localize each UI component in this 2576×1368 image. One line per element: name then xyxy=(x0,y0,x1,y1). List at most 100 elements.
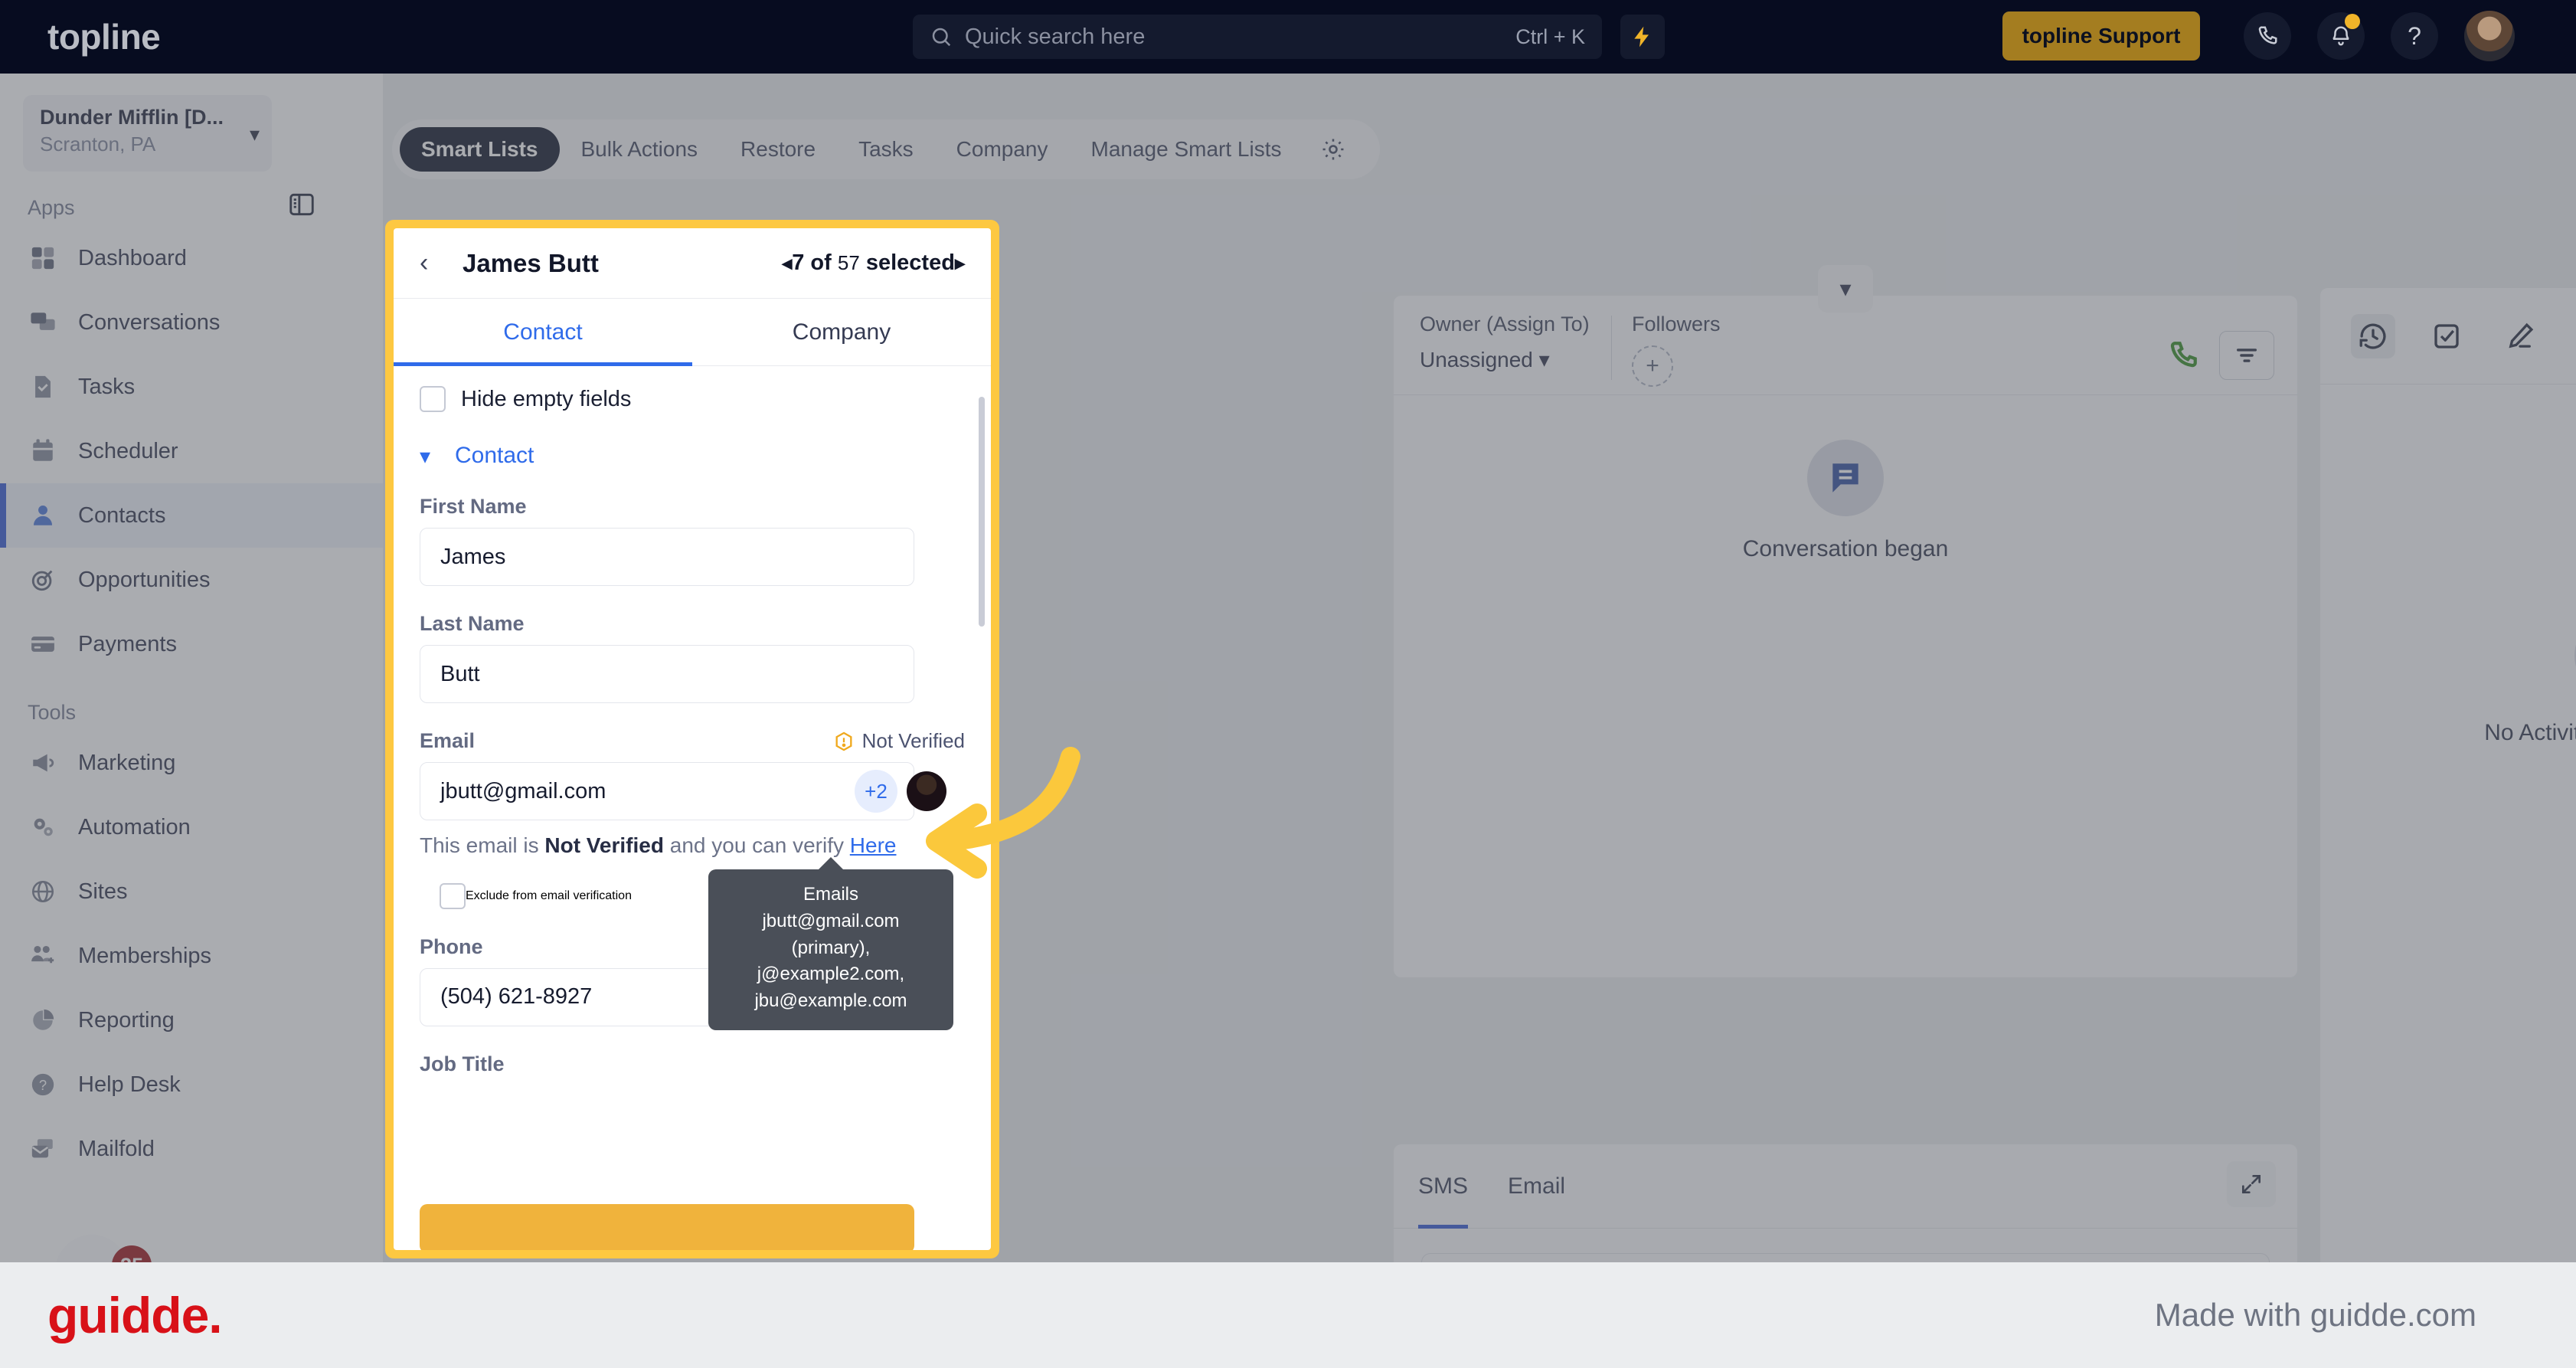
search-input-placeholder[interactable]: Quick search here xyxy=(965,25,1515,50)
sidebar-item-label: Scheduler xyxy=(78,438,178,463)
owner-value-text: Unassigned xyxy=(1420,348,1533,371)
chevron-down-icon[interactable]: ▾ xyxy=(1818,265,1873,313)
sidebar-item-scheduler[interactable]: Scheduler xyxy=(0,419,383,483)
hide-empty-fields-checkbox[interactable] xyxy=(420,386,446,412)
selection-suffix: selected xyxy=(859,250,955,275)
tab-company[interactable]: Company xyxy=(692,299,991,365)
topline-logo[interactable]: topline xyxy=(47,16,161,57)
hint-part-2: and you can verify xyxy=(663,833,844,857)
sidebar-item-label: Conversations xyxy=(78,309,221,335)
task-checkbox-icon[interactable] xyxy=(2424,314,2469,358)
tab-restore[interactable]: Restore xyxy=(719,127,837,172)
org-switcher[interactable]: Dunder Mifflin [D... Scranton, PA ▾ xyxy=(23,95,272,172)
email-label: Email xyxy=(420,729,476,752)
tab-manage-smart-lists[interactable]: Manage Smart Lists xyxy=(1070,127,1303,172)
email-extra-count-badge[interactable]: +2 xyxy=(855,770,897,813)
tab-email[interactable]: Email xyxy=(1508,1144,1565,1229)
question-mark-icon[interactable]: ? xyxy=(2391,12,2438,60)
sidebar-item-memberships[interactable]: Memberships xyxy=(0,924,383,988)
tab-contact[interactable]: Contact xyxy=(394,299,692,366)
sidebar-item-reporting[interactable]: Reporting xyxy=(0,988,383,1052)
owner-assign[interactable]: Owner (Assign To) Unassigned ▾ xyxy=(1420,313,1611,372)
conversation-actions xyxy=(2167,313,2274,380)
sidebar-item-mailfold[interactable]: Mailfold xyxy=(0,1117,383,1181)
email-input[interactable]: jbutt@gmail.com xyxy=(420,762,914,820)
phone-icon[interactable] xyxy=(2244,12,2291,60)
chevron-down-icon[interactable]: ▾ xyxy=(420,443,443,469)
collapse-arrows-icon[interactable] xyxy=(2227,1161,2276,1207)
next-contact-button[interactable]: ▸ xyxy=(955,251,965,274)
people-add-icon xyxy=(28,941,58,971)
panel-toggle-icon[interactable] xyxy=(286,190,320,221)
note-pen-icon[interactable] xyxy=(2498,314,2542,358)
exclude-verification-checkbox[interactable] xyxy=(440,882,466,909)
sidebar-item-label: Tasks xyxy=(78,374,136,399)
chevron-left-icon[interactable]: ‹ xyxy=(420,248,446,278)
selection-counter: ◂7 of 57 selected▸ xyxy=(782,250,965,276)
conversation-column: ▾ Owner (Assign To) Unassigned ▾ Followe… xyxy=(1394,265,2297,1368)
sidebar-item-tasks[interactable]: Tasks xyxy=(0,355,383,419)
sidebar-item-label: Automation xyxy=(78,814,191,839)
support-button[interactable]: topline Support xyxy=(2002,11,2200,61)
sidebar-item-sites[interactable]: Sites xyxy=(0,859,383,924)
chevron-down-icon[interactable]: ▾ xyxy=(250,123,260,146)
field-first-name: First Name James xyxy=(420,495,965,586)
avatar[interactable] xyxy=(2464,11,2515,61)
made-with-text: Made with guidde.com xyxy=(2154,1297,2476,1333)
sidebar-item-automation[interactable]: Automation xyxy=(0,795,383,859)
sidebar-item-opportunities[interactable]: Opportunities xyxy=(0,548,383,612)
history-clock-icon[interactable] xyxy=(2351,313,2395,358)
green-phone-icon[interactable] xyxy=(2167,339,2199,371)
section-label-apps: Apps xyxy=(28,196,75,219)
verify-here-link[interactable]: Here xyxy=(850,833,897,857)
sidebar-item-contacts[interactable]: Contacts xyxy=(0,483,383,548)
sidebar-item-help-desk[interactable]: ? Help Desk xyxy=(0,1052,383,1117)
mail-stack-icon xyxy=(28,1134,58,1164)
quick-search[interactable]: Quick search here Ctrl + K xyxy=(913,15,1602,59)
last-name-input[interactable]: Butt xyxy=(420,645,914,703)
task-check-icon xyxy=(28,371,58,402)
tab-company[interactable]: Company xyxy=(935,127,1070,172)
tooltip-line-1: jbutt@gmail.com (primary), xyxy=(762,910,900,958)
tab-smart-lists[interactable]: Smart Lists xyxy=(400,127,560,172)
scrollbar[interactable] xyxy=(979,397,985,627)
calendar-icon xyxy=(28,436,58,466)
bell-icon[interactable] xyxy=(2317,12,2365,60)
filter-icon[interactable] xyxy=(2219,331,2274,380)
activity-icon-row: 1 xyxy=(2320,288,2576,385)
gear-icon[interactable] xyxy=(1320,136,1346,162)
org-name: Dunder Mifflin [D... xyxy=(40,106,224,129)
sidebar-item-label: Opportunities xyxy=(78,567,211,592)
contact-detail-header: ‹ James Butt ◂7 of 57 selected▸ xyxy=(394,228,991,299)
field-job-title: Job Title xyxy=(420,1052,965,1076)
tab-bulk-actions[interactable]: Bulk Actions xyxy=(560,127,720,172)
calendar-icon[interactable]: 1 xyxy=(2571,314,2576,358)
smart-lists-tabbar: Smart Lists Bulk Actions Restore Tasks C… xyxy=(392,119,1380,179)
contact-group-header[interactable]: ▾ Contact xyxy=(420,443,965,469)
tab-tasks[interactable]: Tasks xyxy=(837,127,935,172)
activity-panel: 1 No Activity for this contact First Att… xyxy=(2320,288,2576,1343)
owner-value[interactable]: Unassigned ▾ xyxy=(1420,347,1611,372)
lightning-bolt-icon[interactable] xyxy=(1620,15,1665,59)
sidebar-item-label: Marketing xyxy=(78,750,176,775)
contact-detail-inner: ‹ James Butt ◂7 of 57 selected▸ Contact … xyxy=(394,228,991,1250)
sidebar-item-label: Contacts xyxy=(78,502,166,528)
chevron-down-icon[interactable]: ▾ xyxy=(1539,348,1550,371)
tab-sms[interactable]: SMS xyxy=(1418,1144,1469,1229)
conversation-card: Owner (Assign To) Unassigned ▾ Followers… xyxy=(1394,296,2297,977)
add-follower-button[interactable]: + xyxy=(1632,345,1673,387)
status-badge: Not Verified xyxy=(833,729,965,753)
divider xyxy=(1611,316,1612,380)
hint-not-verified: Not Verified xyxy=(544,833,664,857)
sidebar-item-marketing[interactable]: Marketing xyxy=(0,731,383,795)
sidebar-item-payments[interactable]: Payments xyxy=(0,612,383,676)
sidebar-item-conversations[interactable]: Conversations xyxy=(0,290,383,355)
save-bar[interactable] xyxy=(420,1204,914,1250)
first-name-input[interactable]: James xyxy=(420,528,914,586)
exclude-verification-label: Exclude from email verification xyxy=(466,889,632,902)
prev-contact-button[interactable]: ◂ xyxy=(782,251,792,274)
hide-empty-fields-row[interactable]: Hide empty fields xyxy=(420,386,965,412)
sidebar-item-dashboard[interactable]: Dashboard xyxy=(0,226,383,290)
person-icon xyxy=(28,500,58,531)
emails-tooltip: Emails jbutt@gmail.com (primary), j@exam… xyxy=(708,857,953,1030)
